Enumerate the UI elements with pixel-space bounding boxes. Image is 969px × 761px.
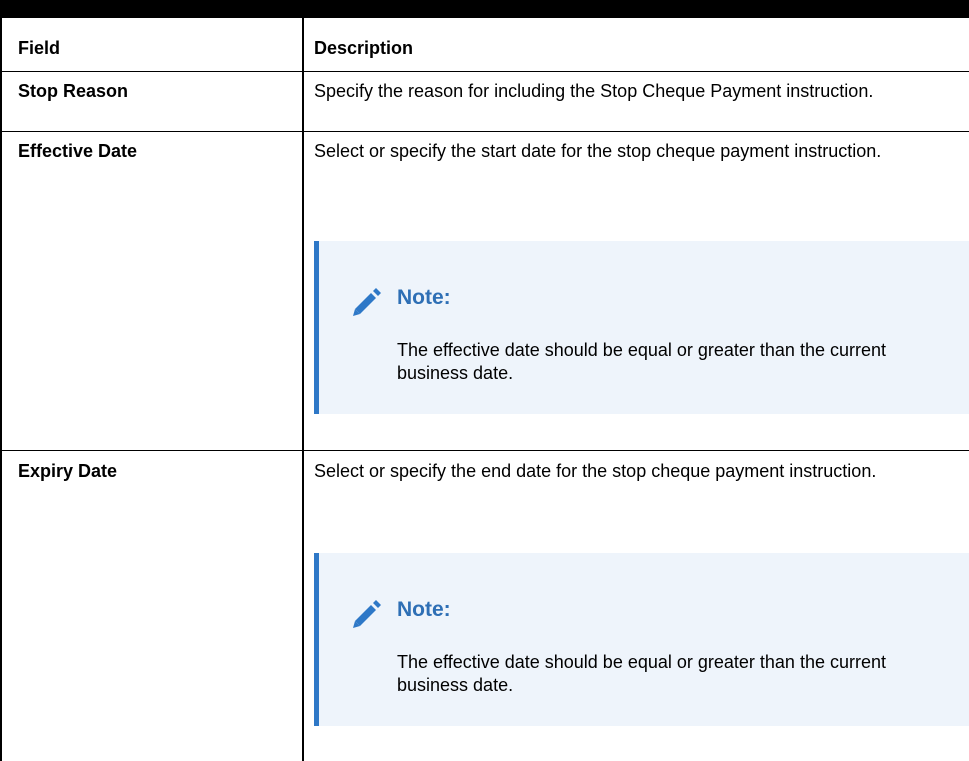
header-description: Description	[314, 38, 414, 58]
note-title: Note:	[397, 598, 451, 621]
note-text: The effective date should be equal or gr…	[397, 340, 886, 383]
row-effective-date-description: Select or specify the start date for the…	[314, 141, 882, 161]
row-expiry-date-description: Select or specify the end date for the s…	[314, 461, 877, 481]
row-expiry-date-field: Expiry Date	[18, 461, 118, 481]
row-divider	[0, 131, 969, 132]
note-text: The effective date should be equal or gr…	[397, 652, 886, 695]
top-rule	[0, 0, 969, 18]
field-description-table: Field Description Stop Reason Specify th…	[0, 18, 969, 761]
pencil-icon	[353, 600, 381, 628]
pencil-icon	[353, 288, 381, 316]
row-effective-date-field: Effective Date	[18, 141, 138, 161]
row-stop-reason-description: Specify the reason for including the Sto…	[314, 81, 874, 101]
note-callout: Note: The effective date should be equal…	[314, 241, 969, 414]
row-divider	[0, 450, 969, 451]
header-field: Field	[18, 38, 61, 58]
table-column-divider	[302, 18, 304, 761]
note-title: Note:	[397, 286, 451, 309]
table-left-border	[0, 18, 2, 761]
header-divider	[0, 71, 969, 72]
row-stop-reason-field: Stop Reason	[18, 81, 129, 101]
note-callout: Note: The effective date should be equal…	[314, 553, 969, 726]
